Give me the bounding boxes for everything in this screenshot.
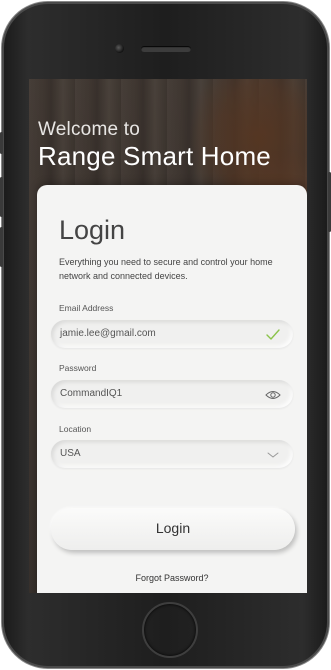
earpiece-speaker bbox=[141, 46, 191, 52]
volume-button bbox=[0, 132, 3, 154]
login-subtitle: Everything you need to secure and contro… bbox=[59, 257, 273, 281]
location-select[interactable]: USA bbox=[51, 440, 293, 468]
location-label: Location bbox=[59, 424, 92, 434]
checkmark-icon bbox=[265, 327, 281, 341]
password-value: CommandIQ1 bbox=[60, 388, 123, 399]
login-button-label: Login bbox=[155, 520, 191, 536]
forgot-password-link[interactable]: Forgot Password? bbox=[37, 573, 307, 583]
welcome-text: Welcome to bbox=[38, 119, 140, 140]
front-camera bbox=[115, 44, 124, 53]
login-button[interactable]: Login bbox=[51, 508, 295, 550]
location-value: USA bbox=[60, 448, 81, 459]
eye-icon[interactable] bbox=[265, 387, 281, 401]
password-field[interactable]: CommandIQ1 bbox=[51, 380, 293, 408]
app-screen: Welcome to Range Smart Home Login Everyt… bbox=[29, 79, 307, 593]
email-field[interactable]: jamie.lee@gmail.com bbox=[51, 320, 293, 348]
home-button[interactable] bbox=[142, 602, 198, 658]
email-value: jamie.lee@gmail.com bbox=[60, 328, 156, 339]
password-label: Password bbox=[59, 363, 97, 373]
email-label: Email Address bbox=[59, 303, 114, 313]
volume-button bbox=[0, 227, 3, 267]
volume-button bbox=[0, 177, 3, 217]
login-title: Login bbox=[59, 215, 126, 245]
brand-title: Range Smart Home bbox=[38, 141, 271, 171]
chevron-down-icon bbox=[265, 447, 281, 461]
login-card: Login Everything you need to secure and … bbox=[37, 185, 307, 593]
